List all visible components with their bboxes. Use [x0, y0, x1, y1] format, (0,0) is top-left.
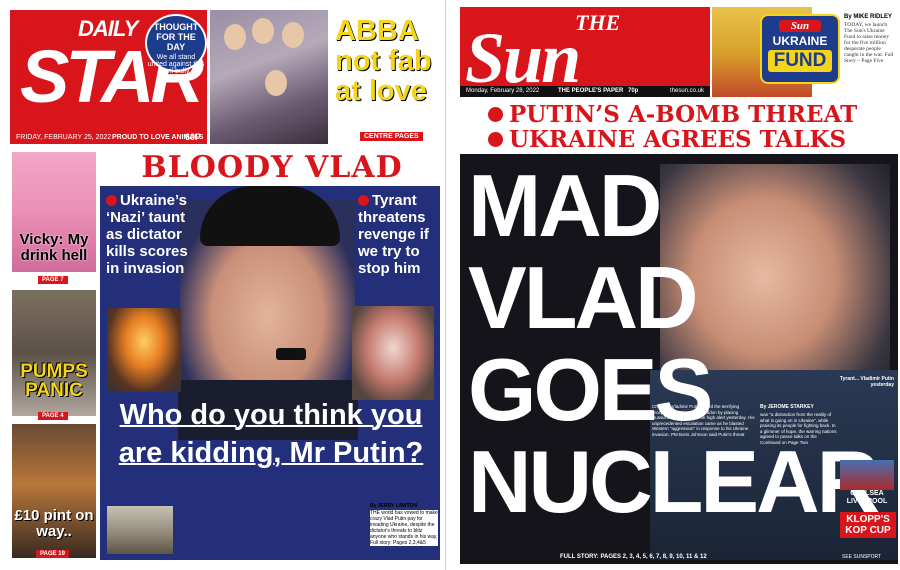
sun-url: thesun.co.uk — [670, 88, 705, 94]
strap-line-2[interactable]: UKRAINE AGREES TALKS — [458, 127, 898, 152]
klopps-kop-cup-headline[interactable]: KLOPP'S KOP CUP — [840, 512, 896, 538]
sun-strapline: PUTIN’S A-BOMB THREAT UKRAINE AGREES TAL… — [458, 102, 898, 152]
headline-line: VLAD — [468, 248, 699, 347]
story-byline: By JEROME STARKEY — [760, 404, 814, 410]
sun-logo-the: THE — [575, 10, 621, 35]
bullet-icon — [488, 132, 503, 147]
sun-logo-sun: Sun — [465, 18, 581, 98]
full-story-pages[interactable]: FULL STORY: PAGES 2, 3, 4, 5, 6, 7, 8, 9… — [560, 554, 707, 560]
ukraine-fund-badge[interactable]: Sun UKRAINE FUND — [760, 14, 840, 84]
badge-fund: FUND — [768, 50, 832, 72]
story-right-column: was "a distraction from the reality of w… — [760, 412, 837, 445]
story-left-column: CRAZED Vladimir Putin raised the terrify… — [652, 404, 755, 437]
sun-papers-label: THE PEOPLE'S PAPER — [558, 88, 624, 94]
sun-price: 70p — [628, 88, 639, 94]
the-sun-front-page: THE Sun Monday, February 28, 2022 THE PE… — [0, 0, 900, 570]
sun-date: Monday, February 28, 2022 — [466, 88, 540, 94]
headline-line: MAD — [468, 156, 662, 255]
fund-copy: TODAY, we launch The Sun's Ukraine Fund … — [844, 22, 894, 64]
bullet-icon — [488, 107, 503, 122]
fund-byline: By MIKE RIDLEY — [844, 14, 893, 20]
photo-caption: Tyrant... Vladimir Putin yesterday — [839, 376, 894, 388]
strap-line-1[interactable]: PUTIN’S A-BOMB THREAT — [458, 102, 898, 127]
see-sunsport: SEE SUNSPORT — [842, 554, 882, 560]
chelsea-liverpool-label: CHELSEA LIVERPOOL — [846, 490, 888, 505]
badge-sun-logo: Sun — [779, 20, 821, 32]
headline-line: NUCLEAR — [468, 432, 880, 531]
badge-ukraine: UKRAINE — [772, 34, 828, 48]
football-photo — [840, 460, 894, 490]
sun-main-headline[interactable]: MAD VLAD GOES NUCLEAR — [468, 156, 880, 531]
